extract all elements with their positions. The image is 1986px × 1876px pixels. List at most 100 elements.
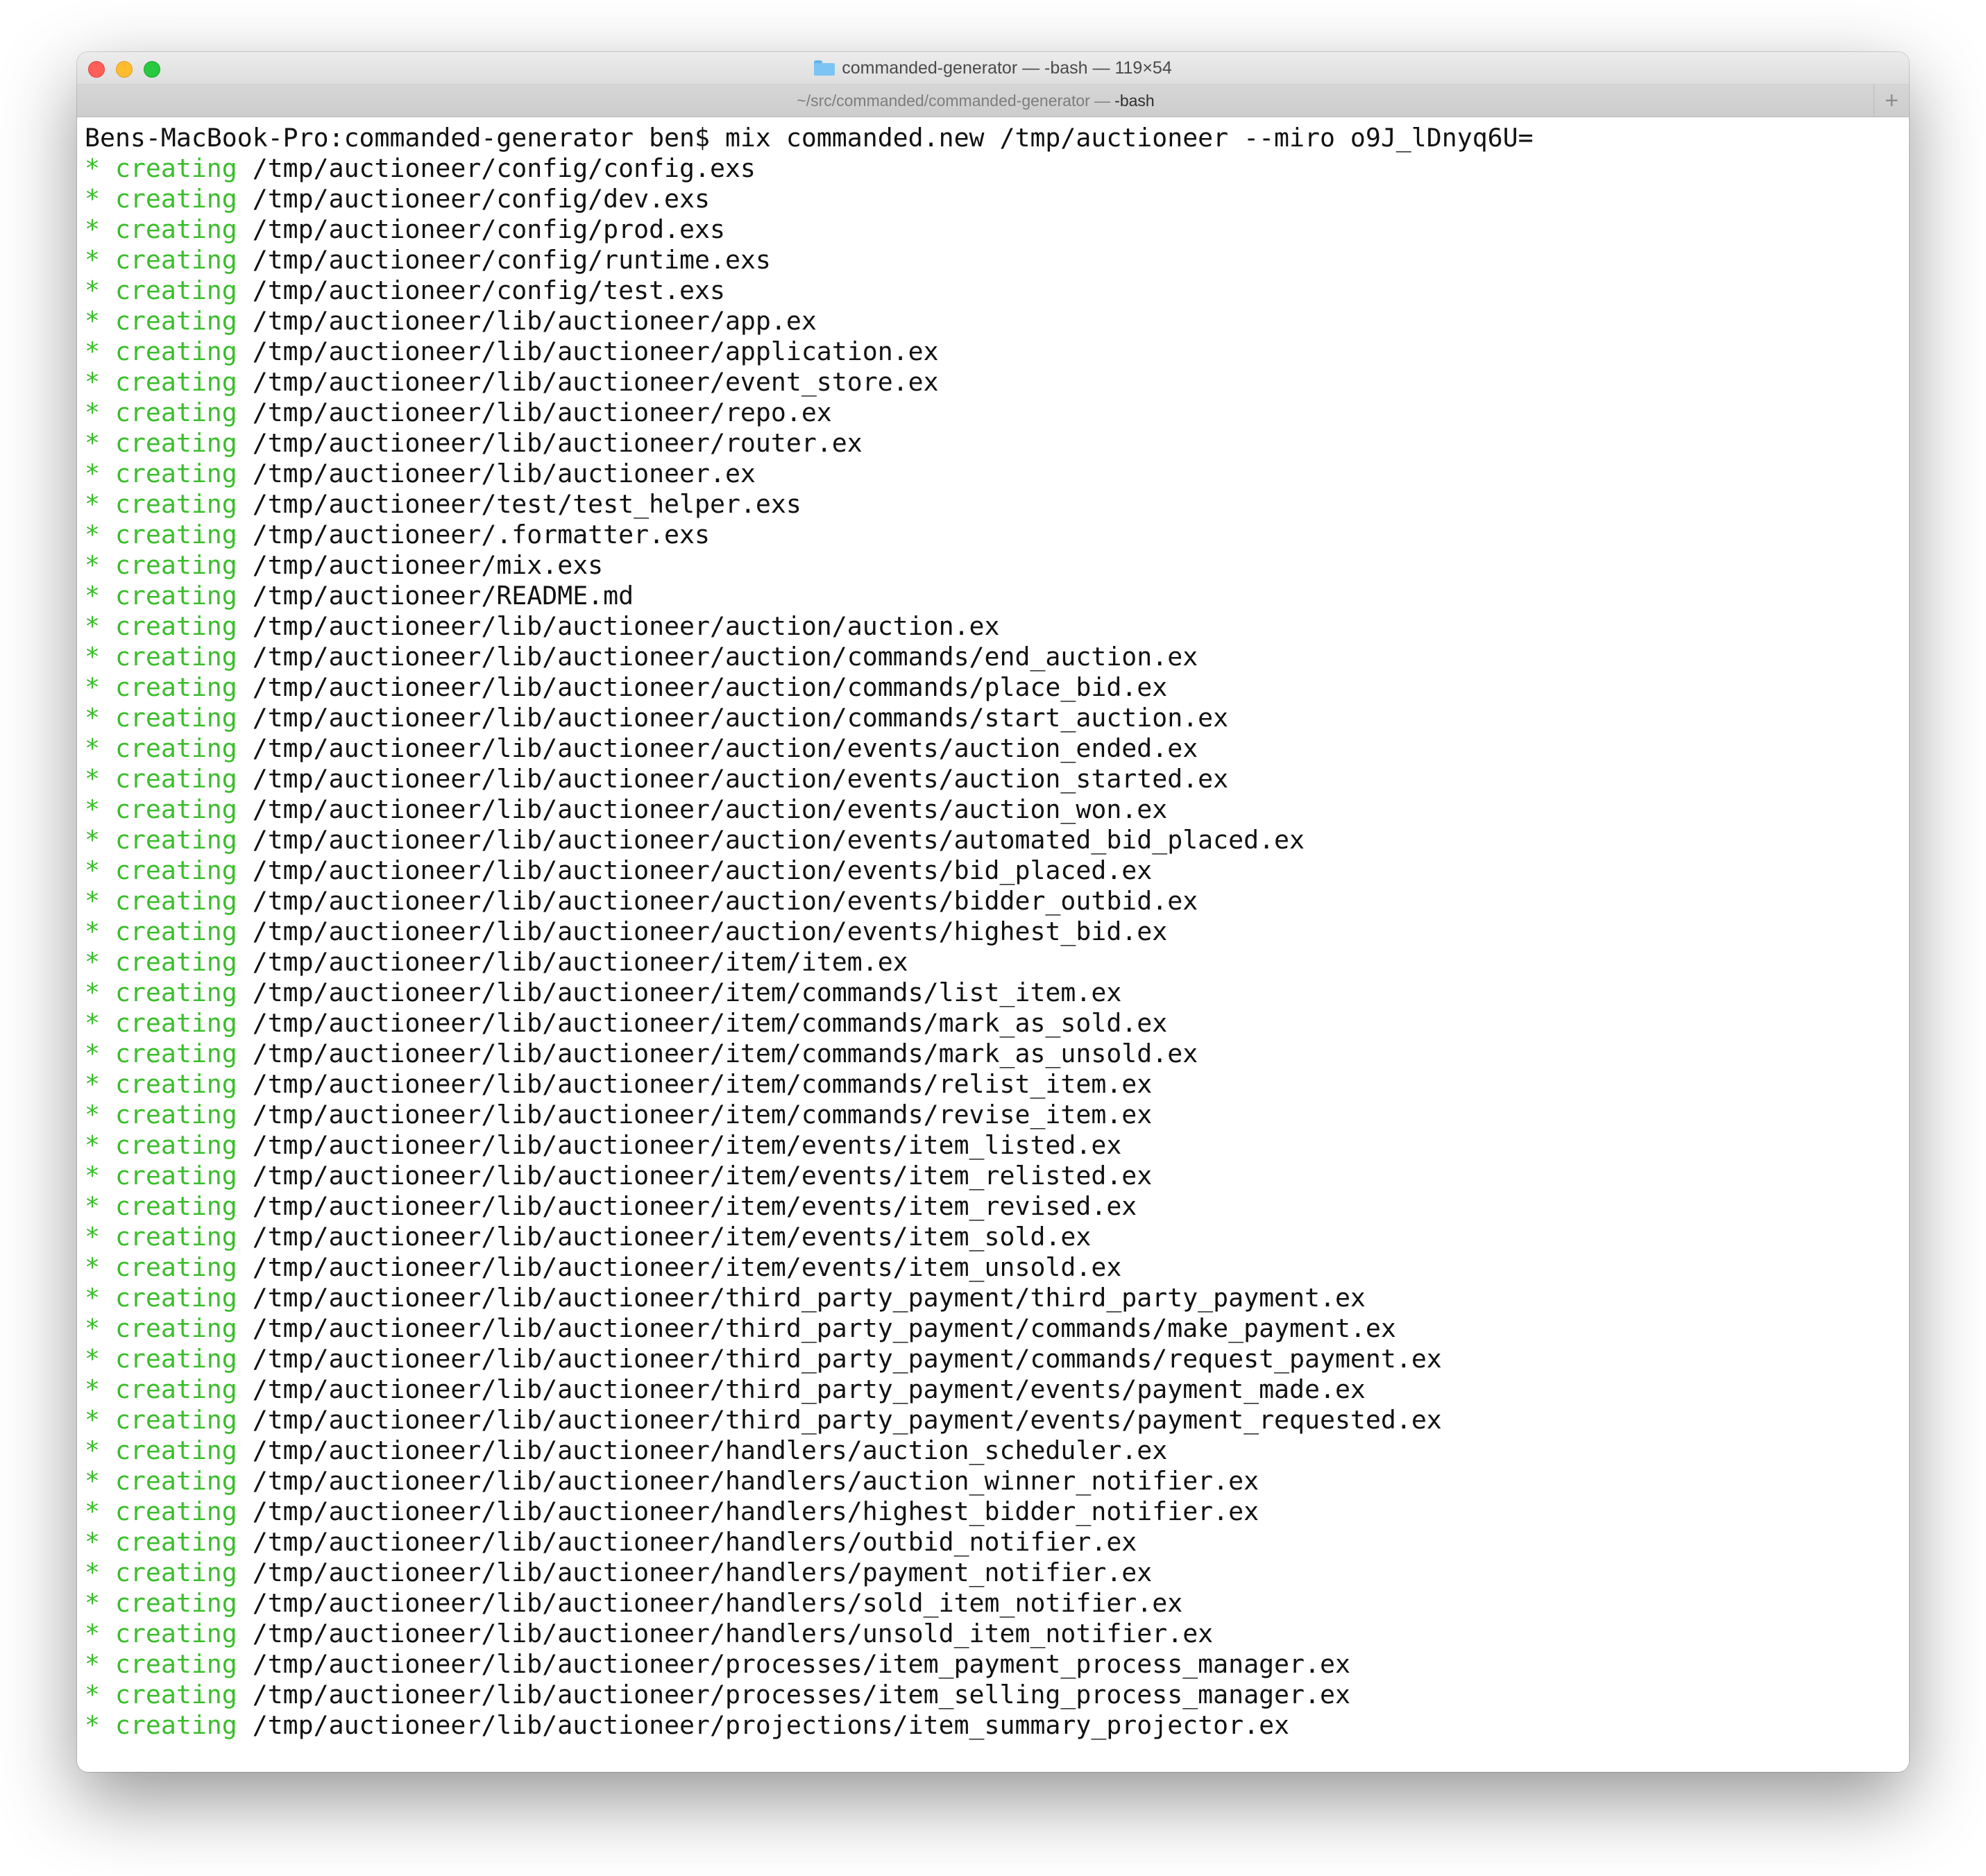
status-prefix: * creating <box>85 978 237 1007</box>
file-path: /tmp/auctioneer/lib/auctioneer/applicati… <box>252 336 939 366</box>
terminal-line: * creating /tmp/auctioneer/lib/auctionee… <box>85 1527 1909 1558</box>
file-path: /tmp/auctioneer/lib/auctioneer/handlers/… <box>252 1527 1137 1557</box>
file-path: /tmp/auctioneer/config/prod.exs <box>252 214 725 244</box>
file-path: /tmp/auctioneer/mix.exs <box>252 550 604 580</box>
file-path: /tmp/auctioneer/lib/auctioneer/item/comm… <box>252 1069 1153 1099</box>
file-path: /tmp/auctioneer/lib/auctioneer/third_par… <box>252 1374 1366 1404</box>
file-path: /tmp/auctioneer/lib/auctioneer/handlers/… <box>252 1496 1259 1526</box>
file-path: /tmp/auctioneer/lib/auctioneer/handlers/… <box>252 1558 1153 1587</box>
terminal-line: * creating /tmp/auctioneer/lib/auctionee… <box>85 306 1909 336</box>
status-prefix: * creating <box>85 947 237 977</box>
file-path: /tmp/auctioneer/lib/auctioneer.ex <box>252 459 756 488</box>
terminal-line: * creating /tmp/auctioneer/lib/auctionee… <box>85 1069 1909 1100</box>
terminal-line: * creating /tmp/auctioneer/README.md <box>85 581 1909 611</box>
file-path: /tmp/auctioneer/lib/auctioneer/third_par… <box>252 1405 1442 1435</box>
terminal-line: * creating /tmp/auctioneer/lib/auctionee… <box>85 1039 1909 1069</box>
status-prefix: * creating <box>85 184 237 214</box>
status-prefix: * creating <box>85 1069 237 1099</box>
status-prefix: * creating <box>85 153 237 183</box>
terminal-line: * creating /tmp/auctioneer/.formatter.ex… <box>85 520 1909 550</box>
window-title: commanded-generator — -bash — 119×54 <box>842 58 1172 78</box>
terminal-line: * creating /tmp/auctioneer/config/prod.e… <box>85 214 1909 245</box>
terminal-line: * creating /tmp/auctioneer/lib/auctionee… <box>85 1588 1909 1619</box>
status-prefix: * creating <box>85 275 237 305</box>
terminal-line: * creating /tmp/auctioneer/lib/auctionee… <box>85 1283 1909 1313</box>
file-path: /tmp/auctioneer/lib/auctioneer/handlers/… <box>252 1588 1183 1618</box>
terminal-line: * creating /tmp/auctioneer/lib/auctionee… <box>85 672 1909 703</box>
status-prefix: * creating <box>85 1619 237 1648</box>
terminal-line: * creating /tmp/auctioneer/lib/auctionee… <box>85 1100 1909 1130</box>
terminal-line: * creating /tmp/auctioneer/lib/auctionee… <box>85 1008 1909 1039</box>
terminal-line: * creating /tmp/auctioneer/lib/auctionee… <box>85 1558 1909 1588</box>
terminal-line: * creating /tmp/auctioneer/lib/auctionee… <box>85 703 1909 733</box>
file-path: /tmp/auctioneer/README.md <box>252 581 634 611</box>
terminal-output[interactable]: Bens-MacBook-Pro:commanded-generator ben… <box>77 117 1909 1772</box>
status-prefix: * creating <box>85 1466 237 1496</box>
status-prefix: * creating <box>85 428 237 458</box>
terminal-line: * creating /tmp/auctioneer/lib/auctionee… <box>85 428 1909 459</box>
status-prefix: * creating <box>85 398 237 427</box>
terminal-line: * creating /tmp/auctioneer/lib/auctionee… <box>85 978 1909 1008</box>
file-path: /tmp/auctioneer/lib/auctioneer/auction/e… <box>252 916 1168 946</box>
status-prefix: * creating <box>85 214 237 244</box>
window-title-container: commanded-generator — -bash — 119×54 <box>77 52 1909 84</box>
file-path: /tmp/auctioneer/lib/auctioneer/auction/c… <box>252 672 1168 702</box>
status-prefix: * creating <box>85 1283 237 1313</box>
title-bar[interactable]: commanded-generator — -bash — 119×54 <box>77 52 1909 85</box>
terminal-line: * creating /tmp/auctioneer/lib/auctionee… <box>85 611 1909 642</box>
file-path: /tmp/auctioneer/lib/auctioneer/auction/e… <box>252 825 1305 855</box>
file-path: /tmp/auctioneer/lib/auctioneer/item/comm… <box>252 978 1122 1007</box>
terminal-line: * creating /tmp/auctioneer/lib/auctionee… <box>85 733 1909 764</box>
status-prefix: * creating <box>85 1313 237 1343</box>
terminal-line: * creating /tmp/auctioneer/lib/auctionee… <box>85 886 1909 916</box>
terminal-line: * creating /tmp/auctioneer/lib/auctionee… <box>85 1222 1909 1252</box>
status-prefix: * creating <box>85 459 237 488</box>
terminal-line: * creating /tmp/auctioneer/lib/auctionee… <box>85 367 1909 398</box>
status-prefix: * creating <box>85 1039 237 1068</box>
status-prefix: * creating <box>85 1405 237 1435</box>
terminal-line: * creating /tmp/auctioneer/lib/auctionee… <box>85 1130 1909 1161</box>
file-path: /tmp/auctioneer/lib/auctioneer/auction/c… <box>252 703 1229 733</box>
terminal-line: * creating /tmp/auctioneer/lib/auctionee… <box>85 855 1909 886</box>
status-prefix: * creating <box>85 1435 237 1465</box>
terminal-line: * creating /tmp/auctioneer/lib/auctionee… <box>85 1680 1909 1710</box>
terminal-line: * creating /tmp/auctioneer/lib/auctionee… <box>85 916 1909 947</box>
file-path: /tmp/auctioneer/lib/auctioneer/item/even… <box>252 1222 1092 1252</box>
status-prefix: * creating <box>85 1252 237 1282</box>
file-path: /tmp/auctioneer/lib/auctioneer/item/even… <box>252 1191 1137 1221</box>
terminal-line: * creating /tmp/auctioneer/config/runtim… <box>85 245 1909 275</box>
status-prefix: * creating <box>85 1527 237 1557</box>
command-line: Bens-MacBook-Pro:commanded-generator ben… <box>85 123 1534 153</box>
file-path: /tmp/auctioneer/lib/auctioneer/handlers/… <box>252 1466 1259 1496</box>
file-path: /tmp/auctioneer/lib/auctioneer/auction/e… <box>252 733 1198 763</box>
terminal-line: * creating /tmp/auctioneer/lib/auctionee… <box>85 947 1909 978</box>
terminal-line: * creating /tmp/auctioneer/test/test_hel… <box>85 489 1909 520</box>
file-path: /tmp/auctioneer/lib/auctioneer/item/comm… <box>252 1008 1168 1038</box>
status-prefix: * creating <box>85 886 237 916</box>
file-path: /tmp/auctioneer/lib/auctioneer/third_par… <box>252 1344 1442 1374</box>
file-path: /tmp/auctioneer/config/test.exs <box>252 275 725 305</box>
status-prefix: * creating <box>85 1130 237 1160</box>
file-path: /tmp/auctioneer/lib/auctioneer/item/item… <box>252 947 908 977</box>
status-prefix: * creating <box>85 672 237 702</box>
status-prefix: * creating <box>85 1710 237 1740</box>
status-prefix: * creating <box>85 489 237 519</box>
file-path: /tmp/auctioneer/lib/auctioneer/router.ex <box>252 428 863 458</box>
status-prefix: * creating <box>85 764 237 794</box>
tab-bash[interactable]: ~/src/commanded/commanded-generator — -b… <box>77 85 1874 117</box>
file-path: /tmp/auctioneer/lib/auctioneer/item/comm… <box>252 1100 1153 1129</box>
file-path: /tmp/auctioneer/lib/auctioneer/item/even… <box>252 1161 1153 1191</box>
terminal-window: commanded-generator — -bash — 119×54 ~/s… <box>77 52 1909 1772</box>
file-path: /tmp/auctioneer/lib/auctioneer/auction/e… <box>252 886 1198 916</box>
status-prefix: * creating <box>85 916 237 946</box>
status-prefix: * creating <box>85 611 237 641</box>
tab-path: ~/src/commanded/commanded-generator — <box>797 91 1111 110</box>
status-prefix: * creating <box>85 306 237 336</box>
status-prefix: * creating <box>85 1191 237 1221</box>
terminal-line: * creating /tmp/auctioneer/lib/auctionee… <box>85 1161 1909 1191</box>
file-path: /tmp/auctioneer/lib/auctioneer/auction/e… <box>252 764 1229 794</box>
status-prefix: * creating <box>85 1374 237 1404</box>
new-tab-button[interactable]: + <box>1874 85 1909 117</box>
terminal-line: * creating /tmp/auctioneer/lib/auctionee… <box>85 1374 1909 1405</box>
status-prefix: * creating <box>85 1161 237 1191</box>
